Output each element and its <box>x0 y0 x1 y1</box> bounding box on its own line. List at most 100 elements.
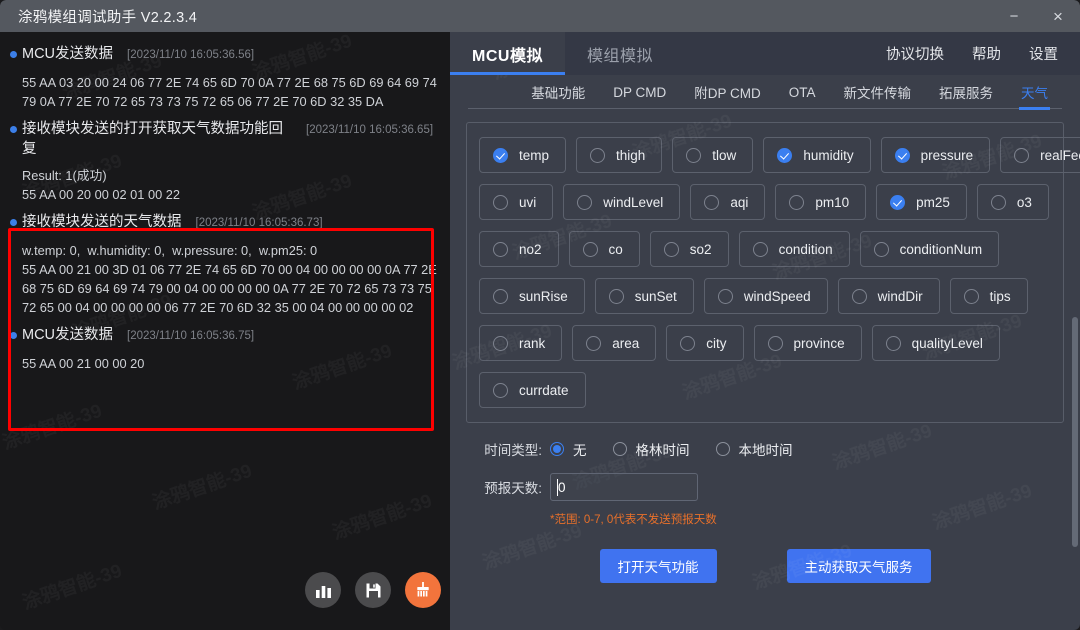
log-scroll-area[interactable]: MCU发送数据 [2023/11/10 16:05:36.56] 55 AA 03 … <box>0 32 450 630</box>
checkbox-indicator-icon <box>873 241 889 257</box>
bullet-dot-icon <box>10 332 17 339</box>
log-entry-title: MCU发送数据 <box>22 327 114 343</box>
checkbox-label: city <box>706 335 727 351</box>
toolbar-item-0[interactable]: 协议切换 <box>872 32 958 75</box>
checkbox-temp[interactable]: temp <box>479 137 567 173</box>
forecast-days-row: 预报天数: 0 <box>466 473 1064 501</box>
checkbox-city[interactable]: city <box>666 325 744 361</box>
checkbox-label: pm10 <box>815 194 850 210</box>
bar-chart-icon[interactable] <box>305 572 341 608</box>
vertical-scrollbar-thumb[interactable] <box>1072 317 1078 547</box>
log-entry-timestamp: [2023/11/10 16:05:36.56] <box>127 49 255 61</box>
checkbox-indicator-icon <box>686 147 702 163</box>
checkbox-tips[interactable]: tips <box>949 278 1028 314</box>
checkbox-conditionNum[interactable]: conditionNum <box>859 231 1000 267</box>
main-tab-0[interactable]: MCU模拟 <box>450 32 565 75</box>
checkbox-no2[interactable]: no2 <box>479 231 559 267</box>
checkbox-label: windSpeed <box>743 288 811 304</box>
checkbox-windSpeed[interactable]: windSpeed <box>703 278 828 314</box>
checkbox-indicator-icon <box>493 241 508 257</box>
checkbox-label: currdate <box>519 382 569 398</box>
toolbar-item-1[interactable]: 帮助 <box>958 32 1015 75</box>
checkbox-windDir[interactable]: windDir <box>837 278 940 314</box>
checkbox-province[interactable]: province <box>753 325 862 361</box>
text-caret <box>557 479 558 496</box>
checkbox-so2[interactable]: so2 <box>649 231 729 267</box>
checkbox-indicator-icon <box>963 288 979 304</box>
checkbox-indicator-icon <box>493 335 508 351</box>
sub-tab-5[interactable]: 拓展服务 <box>925 75 1007 109</box>
checkbox-label: realFeel <box>1040 147 1080 163</box>
log-entry-line: Result: 1(成功) <box>22 168 107 183</box>
close-icon[interactable]: × <box>1036 0 1080 32</box>
checkbox-realFeel[interactable]: realFeel <box>1000 137 1080 173</box>
log-entry-title: 接收模块发送的天气数据 <box>22 214 182 230</box>
time-type-radio-group: 无 格林时间 本地时间 <box>550 439 819 459</box>
checkbox-pm10[interactable]: pm10 <box>775 184 867 220</box>
checkbox-indicator-icon <box>493 194 508 210</box>
radio-time-type-0[interactable]: 无 <box>550 439 587 459</box>
checkbox-label: no2 <box>519 241 542 257</box>
main-tab-1[interactable]: 模组模拟 <box>565 32 675 75</box>
checkbox-sunSet[interactable]: sunSet <box>594 278 694 314</box>
checkbox-pm25[interactable]: pm25 <box>876 184 967 220</box>
log-action-buttons <box>305 572 441 608</box>
checkbox-qualityLevel[interactable]: qualityLevel <box>871 325 1000 361</box>
log-entry: 接收模块发送的天气数据 [2023/11/10 16:05:36.73] w.tem… <box>10 206 440 319</box>
checkbox-row: sunRise sunSet windSpeed windDir tips <box>479 278 1051 314</box>
checkbox-area[interactable]: area <box>572 325 657 361</box>
sub-tab-3[interactable]: OTA <box>775 75 830 109</box>
checkbox-currdate[interactable]: currdate <box>479 372 586 408</box>
sub-tab-1[interactable]: DP CMD <box>599 75 680 109</box>
weather-button-0[interactable]: 打开天气功能 <box>599 549 717 583</box>
log-entry: 接收模块发送的打开获取天气数据功能回复 [2023/11/10 16:05:36.… <box>10 113 440 206</box>
forecast-days-hint: *范围: 0-7, 0代表不发送预报天数 <box>550 514 717 526</box>
sub-tab-6[interactable]: 天气 <box>1007 75 1062 110</box>
checkbox-thigh[interactable]: thigh <box>576 137 663 173</box>
checkbox-co[interactable]: co <box>568 231 640 267</box>
checkbox-indicator-icon <box>586 335 602 351</box>
checkbox-condition[interactable]: condition <box>738 231 850 267</box>
save-icon[interactable] <box>355 572 391 608</box>
log-entry-line: w.temp: 0, w.humidity: 0, w.pressure: 0,… <box>22 243 318 258</box>
checkbox-aqi[interactable]: aqi <box>690 184 766 220</box>
weather-button-1[interactable]: 主动获取天气服务 <box>786 549 931 583</box>
app-window: 涂鸦模组调试助手 V2.2.3.4 − × 涂鸦智能-39 涂鸦智能-39 涂鸦… <box>0 0 1080 630</box>
log-entry: MCU发送数据 [2023/11/10 16:05:36.56] 55 AA 03 … <box>10 38 440 113</box>
checkbox-indicator-icon <box>1014 147 1030 163</box>
checkbox-tlow[interactable]: tlow <box>672 137 754 173</box>
checkbox-humidity[interactable]: humidity <box>763 137 871 173</box>
checkbox-indicator-icon <box>577 194 593 210</box>
log-panel[interactable]: 涂鸦智能-39 涂鸦智能-39 涂鸦智能-39 涂鸦智能-39 涂鸦智能-39 … <box>0 32 450 630</box>
checkbox-indicator-icon <box>590 147 606 163</box>
sub-tab-0[interactable]: 基础功能 <box>517 75 599 109</box>
checkbox-label: co <box>608 241 623 257</box>
radio-time-type-2[interactable]: 本地时间 <box>715 439 793 459</box>
tab-bar-spacer <box>675 32 872 75</box>
minimize-icon[interactable]: − <box>992 0 1036 32</box>
sub-tab-4[interactable]: 新文件传输 <box>830 75 926 109</box>
checkbox-row: temp thigh tlow humidity pressure realFeel <box>479 137 1080 173</box>
checkbox-label: condition <box>778 241 833 257</box>
checkbox-uvi[interactable]: uvi <box>479 184 554 220</box>
checkbox-label: aqi <box>730 194 749 210</box>
radio-time-type-1[interactable]: 格林时间 <box>612 439 690 459</box>
forecast-days-input[interactable]: 0 <box>550 473 698 501</box>
checkbox-label: uvi <box>519 194 537 210</box>
checkbox-rank[interactable]: rank <box>479 325 563 361</box>
checkbox-label: windDir <box>877 288 923 304</box>
log-entry-timestamp: [2023/11/10 16:05:36.75] <box>127 330 255 342</box>
broom-clear-icon[interactable] <box>405 572 441 608</box>
sub-tab-2[interactable]: 附DP CMD <box>680 75 775 109</box>
checkbox-pressure[interactable]: pressure <box>880 137 991 173</box>
radio-label: 本地时间 <box>738 443 793 458</box>
app-title: 涂鸦模组调试助手 V2.2.3.4 <box>18 9 198 26</box>
time-type-label: 时间类型: <box>484 443 542 458</box>
checkbox-o3[interactable]: o3 <box>976 184 1049 220</box>
weather-form: 时间类型: 无 格林时间 本地时间 预报天数: 0 *范围: 0-7, 0代表不发送… <box>466 439 1064 583</box>
checkbox-sunRise[interactable]: sunRise <box>479 278 585 314</box>
toolbar-item-2[interactable]: 设置 <box>1015 32 1080 75</box>
checkbox-windLevel[interactable]: windLevel <box>563 184 681 220</box>
sub-tab-bar: 基础功能 DP CMD 附DP CMD OTA 新文件传输 拓展服务 天气 <box>450 75 1080 110</box>
weather-field-panel: temp thigh tlow humidity pressure realFeel uvi… <box>466 122 1080 423</box>
